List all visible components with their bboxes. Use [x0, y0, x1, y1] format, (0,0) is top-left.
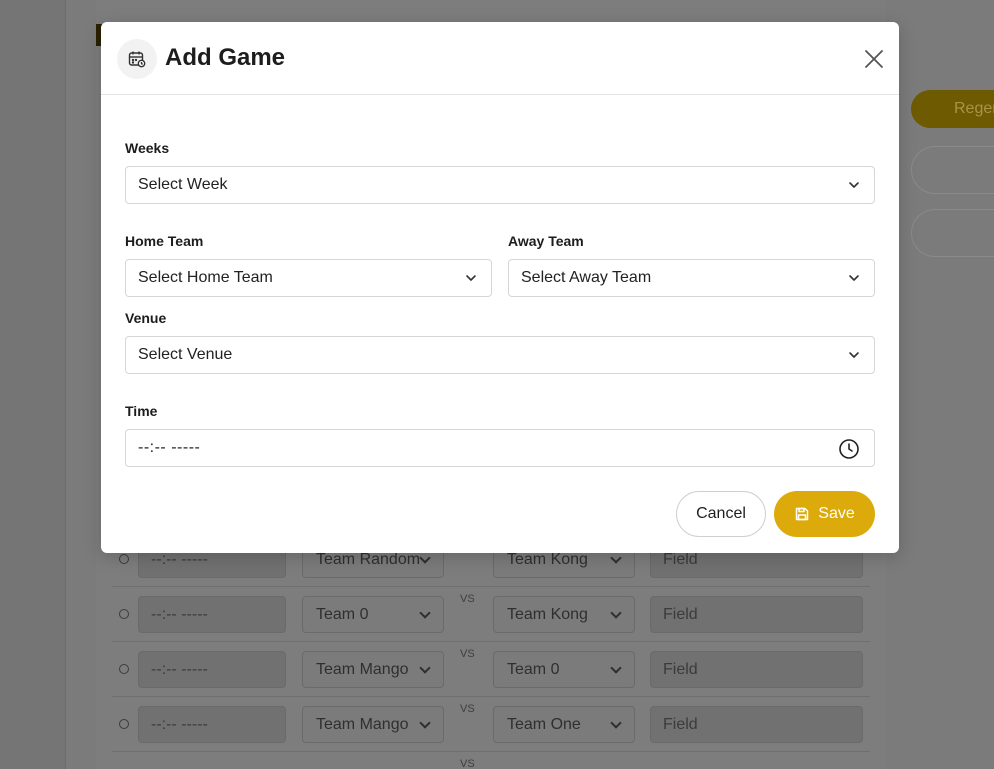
regenerate-button[interactable]: Regenerate	[911, 90, 994, 128]
venue-select-value: Select Venue	[138, 346, 233, 363]
away-team-select[interactable]: Team Kong	[493, 596, 635, 633]
time-input[interactable]: --:-- -----	[125, 429, 875, 467]
weeks-select[interactable]: Select Week	[125, 166, 875, 204]
modal-title: Add Game	[165, 44, 286, 71]
chevron-down-icon	[610, 662, 622, 674]
weeks-label: Weeks	[125, 140, 170, 156]
chevron-down-icon	[419, 552, 431, 564]
vs-label: VS	[460, 593, 475, 605]
game-row: --:-- ----- Team Mango VS Team One Field	[112, 697, 870, 752]
away-team-select[interactable]: Team One	[493, 706, 635, 743]
clock-icon	[119, 664, 129, 674]
side-pill-button[interactable]	[911, 146, 994, 194]
vs-label: VS	[460, 758, 475, 769]
chevron-down-icon	[610, 717, 622, 729]
home-team-select[interactable]: Team 0	[302, 596, 444, 633]
chevron-down-icon	[610, 607, 622, 619]
calendar-clock-icon	[117, 39, 157, 79]
clock-icon	[119, 719, 129, 729]
game-row: VS	[112, 752, 870, 769]
chevron-down-icon	[610, 552, 622, 564]
venue-label: Venue	[125, 310, 167, 326]
chevron-down-icon	[419, 662, 431, 674]
games-list: --:-- ----- Team Random VS Team Kong Fie…	[112, 532, 870, 769]
away-team-label: Away Team	[508, 233, 584, 249]
save-button-label: Save	[818, 505, 855, 522]
home-team-select[interactable]: Team Mango	[302, 651, 444, 688]
sidebar	[0, 0, 66, 769]
field-input[interactable]: Field	[650, 706, 863, 743]
save-button[interactable]: Save	[774, 491, 875, 537]
clock-icon[interactable]	[838, 438, 860, 460]
cancel-button[interactable]: Cancel	[676, 491, 766, 537]
chevron-down-icon	[849, 275, 859, 281]
chevron-down-icon	[849, 182, 859, 188]
venue-select[interactable]: Select Venue	[125, 336, 875, 374]
home-team-select[interactable]: Team Mango	[302, 706, 444, 743]
add-game-modal: Add Game Weeks Select Week Home Team Sel…	[101, 22, 899, 553]
close-button[interactable]	[863, 48, 885, 70]
field-input[interactable]: Field	[650, 651, 863, 688]
away-team-select-value: Select Away Team	[521, 269, 652, 286]
game-time-input[interactable]: --:-- -----	[138, 596, 286, 633]
game-time-input[interactable]: --:-- -----	[138, 706, 286, 743]
home-team-select[interactable]: Select Home Team	[125, 259, 492, 297]
save-icon	[796, 507, 809, 521]
weeks-select-value: Select Week	[138, 176, 228, 193]
home-team-select-value: Select Home Team	[138, 269, 273, 286]
chevron-down-icon	[419, 717, 431, 729]
vs-label: VS	[460, 648, 475, 660]
vs-label: VS	[460, 703, 475, 715]
side-pill-button[interactable]	[911, 209, 994, 257]
away-team-select[interactable]: Select Away Team	[508, 259, 875, 297]
time-label: Time	[125, 403, 158, 419]
away-team-select[interactable]: Team 0	[493, 651, 635, 688]
home-team-label: Home Team	[125, 233, 204, 249]
game-row: --:-- ----- Team 0 VS Team Kong Field	[112, 587, 870, 642]
clock-icon	[119, 609, 129, 619]
close-icon	[865, 50, 883, 68]
chevron-down-icon	[466, 275, 476, 281]
clock-icon	[119, 554, 129, 564]
chevron-down-icon	[849, 352, 859, 358]
modal-header: Add Game	[101, 22, 899, 95]
field-input[interactable]: Field	[650, 596, 863, 633]
time-input-value: --:-- -----	[138, 439, 201, 456]
game-time-input[interactable]: --:-- -----	[138, 651, 286, 688]
chevron-down-icon	[419, 607, 431, 619]
game-row: --:-- ----- Team Mango VS Team 0 Field	[112, 642, 870, 697]
